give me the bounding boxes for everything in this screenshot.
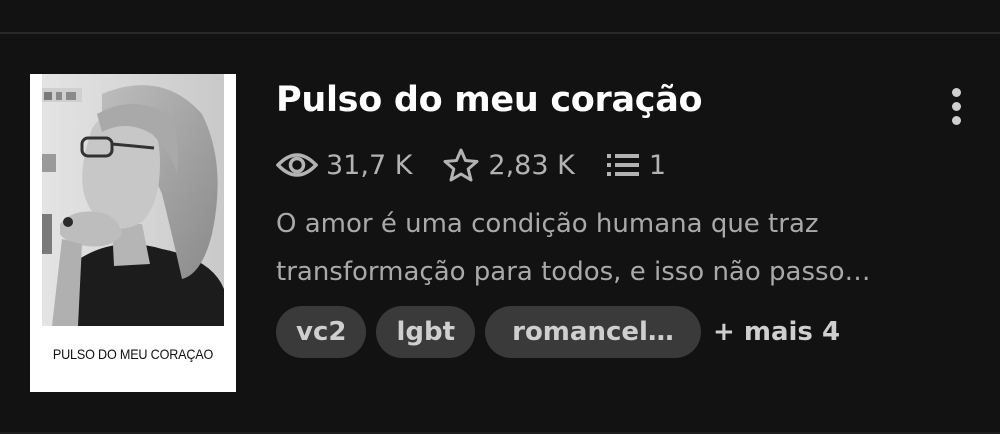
star-icon	[443, 148, 479, 182]
eye-icon	[276, 153, 318, 177]
parts-stat: 1	[605, 150, 666, 181]
tag-chip[interactable]: romancel…	[485, 306, 702, 358]
menu-dot	[951, 88, 961, 97]
story-card[interactable]: PULSO DO MEU CORAÇAO Pulso do meu coraçã…	[0, 34, 1000, 432]
tag-chip[interactable]: vc2	[276, 306, 367, 358]
reads-count: 31,7 K	[326, 149, 413, 181]
more-vertical-icon[interactable]	[944, 88, 968, 136]
reads-stat: 31,7 K	[276, 150, 412, 181]
menu-dot	[951, 116, 961, 125]
tag-chip[interactable]: lgbt	[376, 306, 476, 358]
story-title[interactable]: Pulso do meu coração	[276, 80, 703, 120]
tag-list: vc2 lgbt romancel… + mais 4	[276, 306, 840, 358]
story-cover[interactable]: PULSO DO MEU CORAÇAO	[30, 74, 236, 392]
votes-stat: 2,83 K	[442, 147, 575, 183]
menu-dot	[951, 102, 961, 111]
description-line: O amor é uma condição humana que traz	[276, 209, 819, 239]
description-line: transformação para todos, e isso não pas…	[276, 257, 871, 287]
story-stats: 31,7 K 2,83 K 1	[276, 145, 666, 185]
cover-photo	[42, 74, 224, 326]
cover-title: PULSO DO MEU CORAÇAO	[52, 346, 214, 362]
votes-count: 2,83 K	[488, 149, 575, 181]
more-tags-link[interactable]: + mais 4	[713, 317, 840, 347]
list-icon	[606, 154, 639, 176]
parts-count: 1	[648, 149, 666, 181]
story-description: O amor é uma condição humana que traz tr…	[276, 200, 966, 296]
